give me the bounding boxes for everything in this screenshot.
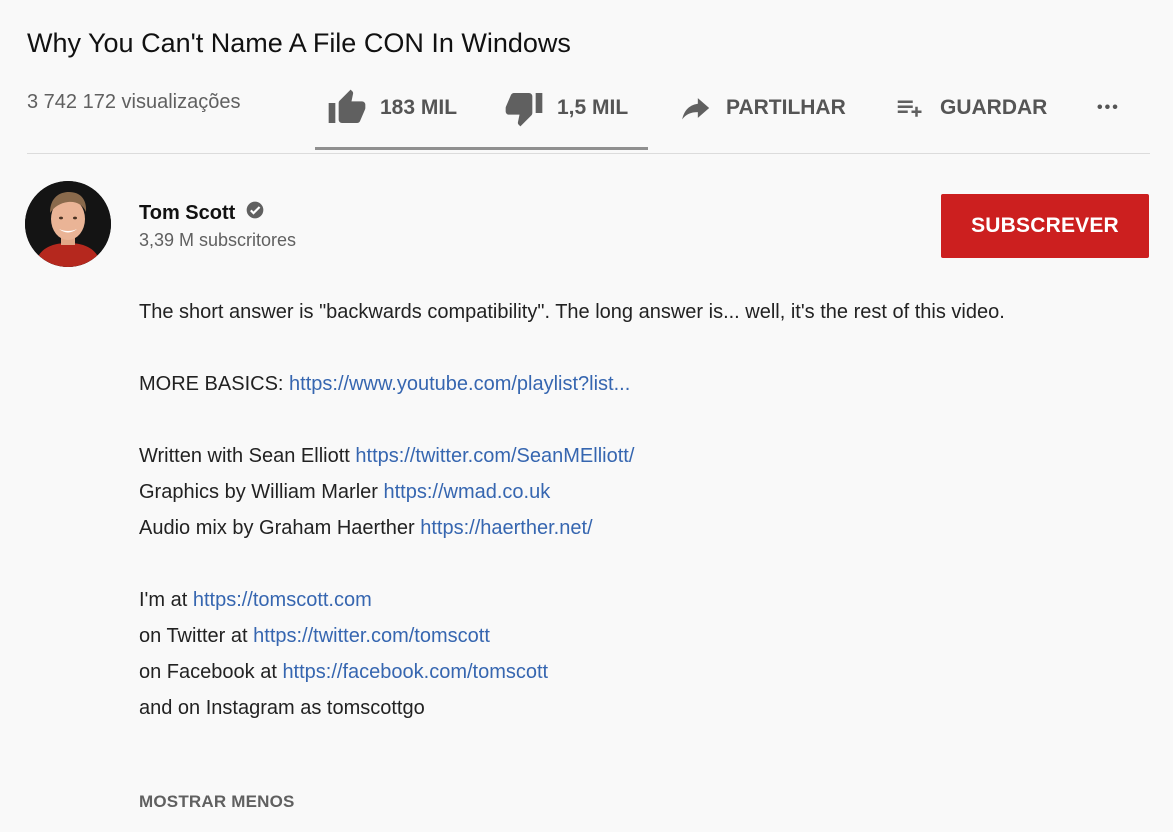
save-label: GUARDAR	[940, 96, 1048, 119]
dislike-count: 1,5 MIL	[557, 96, 629, 119]
thumbs-down-icon	[503, 88, 545, 128]
description-text: Written with Sean Elliott	[139, 445, 356, 467]
description-line: Written with Sean Elliott https://twitte…	[139, 438, 1149, 474]
divider	[27, 153, 1150, 154]
view-count: 3 742 172 visualizações	[27, 91, 241, 113]
save-button[interactable]: GUARDAR	[890, 86, 1047, 130]
description-text: on Twitter at	[139, 625, 254, 647]
share-label: PARTILHAR	[726, 96, 846, 119]
description-link[interactable]: https://wmad.co.uk	[383, 481, 550, 503]
description-line: on Facebook at https://facebook.com/toms…	[139, 654, 1149, 690]
description-text: MORE BASICS:	[139, 373, 290, 395]
description-text: Graphics by William Marler	[139, 481, 384, 503]
description-line: on Twitter at https://twitter.com/tomsco…	[139, 618, 1149, 654]
video-title: Why You Can't Name A File CON In Windows	[27, 28, 571, 58]
thumbs-up-icon	[326, 88, 368, 128]
description-line: I'm at https://tomscott.com	[139, 582, 1149, 618]
sentiment-bar	[315, 147, 648, 150]
subscriber-count: 3,39 M subscritores	[139, 230, 297, 250]
channel-name-text: Tom Scott	[139, 201, 236, 224]
description-text: I'm at	[139, 589, 193, 611]
description-text: Audio mix by Graham Haerther	[139, 517, 421, 539]
verified-check-icon	[245, 200, 265, 226]
description-summary: The short answer is "backwards compatibi…	[139, 301, 1005, 323]
like-count: 183 MIL	[380, 96, 458, 119]
description-line: MORE BASICS: https://www.youtube.com/pla…	[139, 366, 1149, 402]
more-horizontal-icon: •••	[1097, 99, 1120, 116]
subscribe-button[interactable]: SUBSCREVER	[941, 194, 1149, 258]
channel-name[interactable]: Tom Scott	[139, 200, 265, 226]
description-link[interactable]: https://tomscott.com	[193, 589, 372, 611]
channel-avatar[interactable]	[25, 181, 111, 267]
description-line: Graphics by William Marler https://wmad.…	[139, 474, 1149, 510]
like-button[interactable]: 183 MIL	[326, 86, 457, 130]
share-button[interactable]: PARTILHAR	[676, 86, 846, 130]
description-link[interactable]: https://twitter.com/SeanMElliott/	[355, 445, 634, 467]
show-less-button[interactable]: MOSTRAR MENOS	[139, 792, 295, 812]
description-line: Audio mix by Graham Haerther https://hae…	[139, 510, 1149, 546]
description-link[interactable]: https://www.youtube.com/playlist?list...	[289, 373, 630, 395]
avatar-portrait	[25, 181, 111, 267]
playlist-add-icon	[890, 93, 928, 123]
video-description: The short answer is "backwards compatibi…	[139, 294, 1149, 726]
description-link[interactable]: https://twitter.com/tomscott	[253, 625, 490, 647]
dislike-button[interactable]: 1,5 MIL	[503, 86, 628, 130]
more-actions-button[interactable]: •••	[1097, 86, 1120, 130]
share-arrow-icon	[676, 91, 714, 125]
description-link[interactable]: https://facebook.com/tomscott	[282, 661, 548, 683]
description-text: on Facebook at	[139, 661, 283, 683]
description-link[interactable]: https://haerther.net/	[420, 517, 592, 539]
description-line: and on Instagram as tomscottgo	[139, 697, 425, 719]
